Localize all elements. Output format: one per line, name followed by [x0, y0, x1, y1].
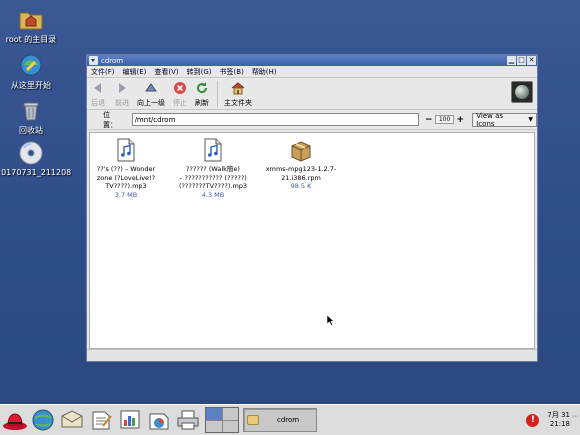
file-name-line: ??'s (??) – Wonder — [96, 165, 156, 173]
back-arrow-icon — [91, 81, 105, 95]
file-size: 3.7 MB — [114, 190, 138, 199]
window-menu-icon[interactable] — [89, 56, 98, 65]
location-label: 位置： — [103, 110, 117, 129]
impress-icon[interactable] — [118, 408, 142, 432]
workspace-1[interactable] — [206, 408, 222, 420]
desktop-icon-home[interactable]: root 的主目录 — [0, 6, 66, 45]
view-as-dropdown[interactable]: View as Icons ▼ — [472, 111, 537, 128]
clock[interactable]: 7月 31 21:18 ⋯ — [547, 411, 580, 429]
clock-date: 7月 31 — [547, 411, 570, 419]
file-size: 98.5 K — [290, 182, 312, 190]
desktop-icon-trash[interactable]: 回收站 — [0, 97, 66, 136]
throbber-icon — [511, 81, 533, 103]
printer-icon[interactable] — [176, 408, 200, 432]
chevron-down-icon: ▼ — [528, 116, 533, 123]
zoom-in-button[interactable]: + — [456, 115, 464, 125]
file-name-line: xmms-mpg123-1.2.7- — [265, 165, 337, 173]
up-label: 向上一级 — [137, 99, 165, 107]
system-tray: ! 7月 31 21:18 ⋯ — [526, 405, 580, 435]
audio-file-icon — [203, 138, 223, 162]
close-button[interactable]: ✕ — [527, 56, 536, 65]
desktop-icon-label: 从这里开始 — [11, 81, 51, 90]
audio-file-icon — [116, 138, 136, 162]
package-file-icon — [289, 138, 313, 162]
file-item[interactable]: ??'s (??) – Wonder zone (?LoveLive!? TV?… — [76, 138, 176, 199]
bottom-panel: cdrom ! 7月 31 21:18 ⋯ — [0, 404, 580, 435]
window-titlebar[interactable]: cdrom ▁ □ ✕ — [87, 55, 537, 66]
menu-bookmarks[interactable]: 书签(B) — [220, 67, 244, 77]
trash-icon — [18, 97, 44, 123]
mouse-cursor-icon — [326, 314, 335, 328]
toolbar-separator — [217, 81, 218, 107]
file-item[interactable]: xmms-mpg123-1.2.7- 21.i386.rpm 98.5 K — [251, 138, 351, 191]
toolbar: 后退 前进 向上一级 停止 刷新 主文件夹 — [87, 78, 537, 110]
forward-button[interactable]: 前进 — [115, 81, 129, 108]
file-name-line: (???????TV????).mp3 — [178, 182, 248, 190]
workspace-3[interactable] — [206, 420, 222, 432]
desktop-icon-cdrom[interactable]: 20170731_211208 — [0, 140, 72, 177]
file-name-line: ?????? (Walk簡e) — [186, 165, 240, 173]
window-title: cdrom — [101, 56, 124, 65]
menu-go[interactable]: 转到(G) — [187, 67, 212, 77]
home-icon — [231, 81, 245, 95]
email-icon[interactable] — [60, 408, 84, 432]
back-button[interactable]: 后退 — [91, 81, 105, 108]
writer-icon[interactable] — [89, 408, 113, 432]
menu-view[interactable]: 查看(V) — [154, 67, 178, 77]
view-as-label: View as Icons — [476, 111, 504, 128]
file-item[interactable]: ?????? (Walk簡e) – ??????????? (?????) (?… — [163, 138, 263, 199]
desktop-icon-label: 回收站 — [19, 126, 43, 135]
taskbar-item-label: cdrom — [277, 416, 300, 424]
reload-icon — [195, 81, 209, 95]
location-bar: 位置： − 100 + View as Icons ▼ — [87, 110, 537, 130]
folder-icon — [247, 415, 259, 425]
file-view[interactable]: ??'s (??) – Wonder zone (?LoveLive!? TV?… — [89, 132, 535, 349]
stop-label: 停止 — [173, 99, 187, 107]
up-arrow-icon — [144, 81, 158, 95]
home-label: 主文件夹 — [224, 99, 252, 107]
menu-edit[interactable]: 编辑(E) — [123, 67, 147, 77]
file-manager-window: cdrom ▁ □ ✕ 文件(F) 编辑(E) 查看(V) 转到(G) 书签(B… — [86, 54, 538, 362]
minimize-button[interactable]: ▁ — [507, 56, 516, 65]
file-name-line: TV????).mp3 — [105, 182, 147, 190]
stop-icon — [173, 81, 187, 95]
start-here-icon — [18, 52, 44, 78]
reload-label: 刷新 — [195, 99, 209, 107]
location-input[interactable] — [131, 113, 419, 126]
status-bar — [87, 349, 537, 361]
home-button[interactable]: 主文件夹 — [224, 81, 252, 108]
workspace-2[interactable] — [222, 408, 238, 420]
workspace-4[interactable] — [222, 420, 238, 432]
clock-time: 21:18 — [549, 420, 570, 428]
zoom-control: − 100 + — [425, 115, 464, 125]
menu-help[interactable]: 帮助(H) — [252, 67, 277, 77]
zoom-out-button[interactable]: − — [425, 115, 433, 125]
file-size: 4.3 MB — [201, 190, 225, 199]
desktop-icon-label: root 的主目录 — [5, 35, 57, 44]
home-folder-icon — [18, 6, 44, 32]
up-button[interactable]: 向上一级 — [137, 81, 165, 108]
file-name-line: zone (?LoveLive!? — [96, 173, 156, 182]
panel-grip-icon: ⋯ — [572, 413, 578, 420]
taskbar-item-cdrom[interactable]: cdrom — [243, 408, 317, 432]
maximize-button[interactable]: □ — [517, 56, 526, 65]
main-menu-redhat-icon[interactable] — [2, 408, 27, 432]
file-name-line: – ??????????? (?????) — [179, 173, 247, 182]
back-label: 后退 — [91, 99, 105, 107]
reload-button[interactable]: 刷新 — [195, 81, 209, 108]
spreadsheet-icon[interactable] — [147, 408, 171, 432]
forward-arrow-icon — [115, 81, 129, 95]
desktop-icon-start-here[interactable]: 从这里开始 — [0, 52, 66, 91]
menu-bar: 文件(F) 编辑(E) 查看(V) 转到(G) 书签(B) 帮助(H) — [87, 66, 537, 78]
stop-button[interactable]: 停止 — [173, 81, 187, 108]
zoom-level[interactable]: 100 — [434, 115, 455, 124]
forward-label: 前进 — [115, 99, 129, 107]
web-browser-icon[interactable] — [31, 408, 55, 432]
workspace-switcher[interactable] — [205, 407, 239, 433]
menu-file[interactable]: 文件(F) — [91, 67, 115, 77]
desktop-icon-label: 20170731_211208 — [0, 168, 72, 177]
file-name-line: 21.i386.rpm — [281, 173, 321, 182]
update-alert-icon[interactable]: ! — [526, 413, 540, 427]
cdrom-icon — [18, 140, 44, 166]
